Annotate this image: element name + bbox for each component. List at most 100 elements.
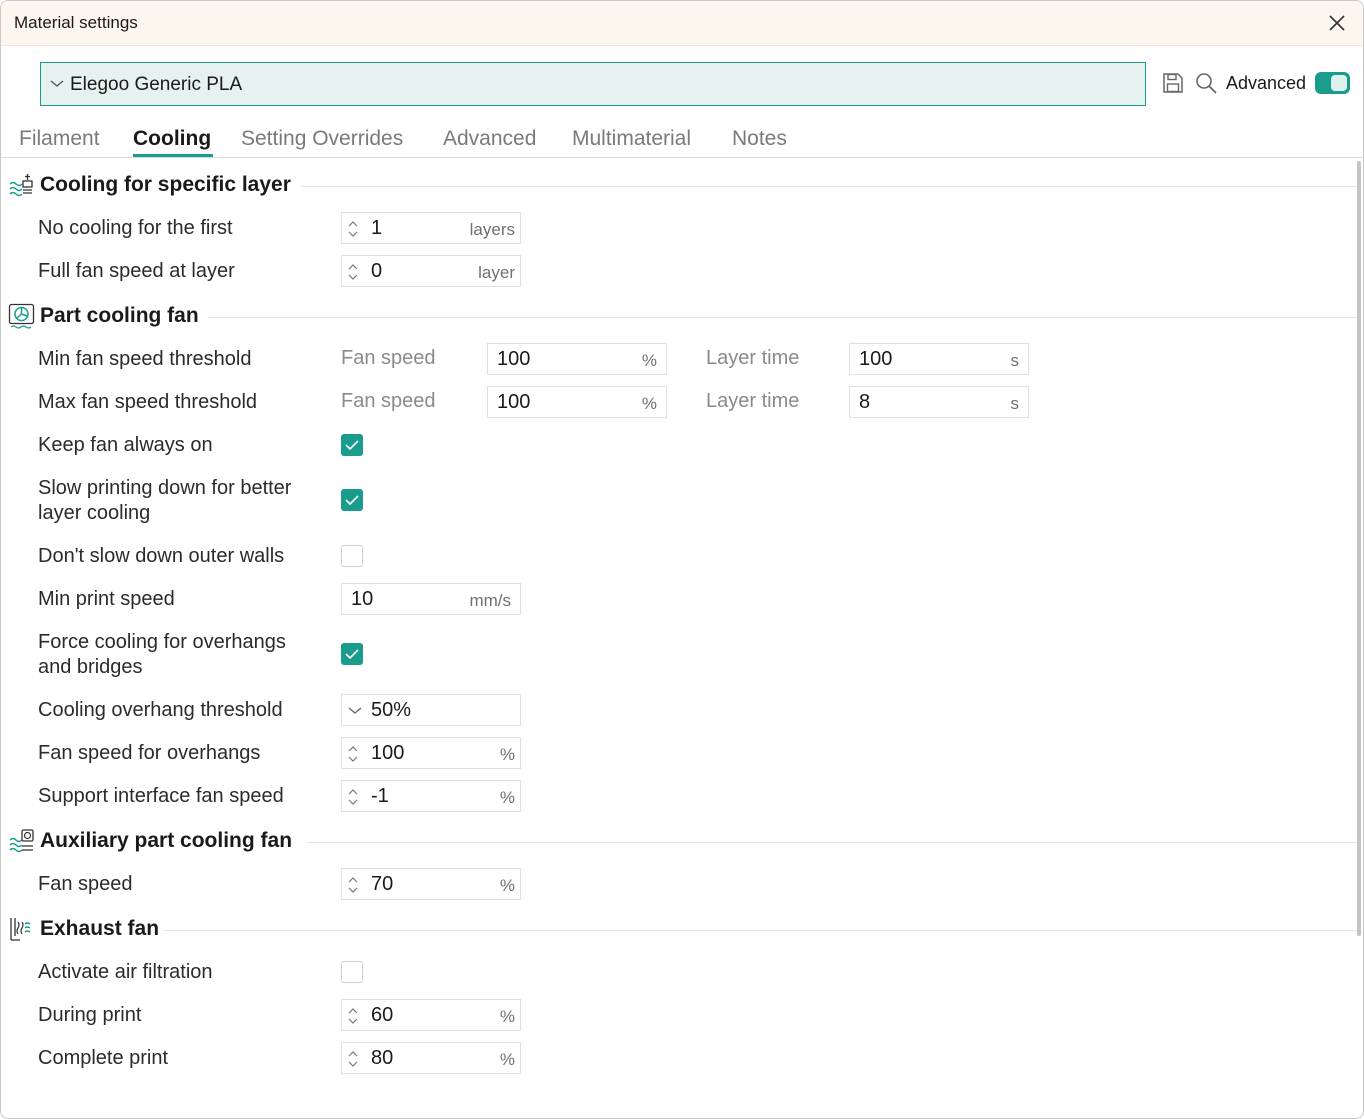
- spin-arrows-icon[interactable]: [345, 260, 361, 284]
- input-value: 100: [497, 391, 531, 413]
- min-fan-speed-input[interactable]: 100 %: [487, 343, 667, 375]
- spin-arrows-icon[interactable]: [345, 785, 361, 809]
- active-tab-indicator: [133, 154, 213, 157]
- overhang-fan-label: Fan speed for overhangs: [38, 742, 261, 764]
- slow-down-checkbox[interactable]: [341, 489, 363, 511]
- tab-filament[interactable]: Filament: [19, 127, 100, 151]
- activate-filtration-label: Activate air filtration: [38, 961, 213, 983]
- max-fan-speed-input[interactable]: 100 %: [487, 386, 667, 418]
- window-title: Material settings: [14, 13, 138, 32]
- activate-filtration-checkbox[interactable]: [341, 961, 363, 983]
- input-value: 1: [371, 217, 383, 239]
- keep-fan-label: Keep fan always on: [38, 434, 213, 456]
- input-unit: layers: [469, 220, 515, 239]
- full-fan-input[interactable]: 0 layer: [341, 255, 521, 287]
- exhaust-fan-icon: [10, 918, 31, 941]
- min-layer-time-input[interactable]: 100 s: [849, 343, 1029, 375]
- chevron-down-icon: [348, 707, 362, 714]
- no-cooling-label: No cooling for the first: [38, 217, 233, 239]
- tab-bar: Filament Cooling Setting Overrides Advan…: [1, 121, 1363, 158]
- close-button[interactable]: [1327, 13, 1347, 33]
- overhang-fan-input[interactable]: 100 %: [341, 737, 521, 769]
- input-unit: s: [1010, 394, 1020, 413]
- min-layer-time-label: Layer time: [706, 347, 800, 369]
- slow-down-label-line2: layer cooling: [38, 502, 151, 524]
- check-icon: [345, 440, 359, 451]
- section-title-part-fan: Part cooling fan: [40, 304, 199, 327]
- input-value: 10: [351, 588, 374, 610]
- tab-advanced[interactable]: Advanced: [443, 127, 536, 151]
- spin-arrows-icon[interactable]: [345, 742, 361, 766]
- input-value: 80: [371, 1047, 394, 1069]
- vertical-scrollbar[interactable]: [1357, 161, 1361, 936]
- dropdown-value: 50%: [371, 699, 412, 721]
- section-divider: [208, 317, 1357, 318]
- aux-fan-icon: [9, 829, 34, 853]
- chevron-down-icon: [50, 80, 64, 87]
- full-fan-label: Full fan speed at layer: [38, 260, 235, 282]
- save-icon[interactable]: [1161, 71, 1185, 95]
- close-icon: [1329, 15, 1345, 31]
- tab-setting-overrides[interactable]: Setting Overrides: [241, 127, 403, 151]
- keep-fan-checkbox[interactable]: [341, 434, 363, 456]
- complete-print-label: Complete print: [38, 1047, 169, 1069]
- input-value: 0: [371, 260, 383, 282]
- tab-notes[interactable]: Notes: [732, 127, 787, 151]
- input-value: 8: [859, 391, 871, 413]
- section-title-aux-fan: Auxiliary part cooling fan: [40, 829, 293, 852]
- preset-dropdown[interactable]: Elegoo Generic PLA: [40, 62, 1146, 106]
- min-print-speed-input[interactable]: 10 mm/s: [341, 583, 521, 615]
- layer-cooling-icon: [9, 174, 33, 197]
- dont-slow-checkbox[interactable]: [341, 545, 363, 567]
- input-unit: %: [499, 788, 515, 807]
- complete-print-input[interactable]: 80 %: [341, 1042, 521, 1074]
- dont-slow-label: Don't slow down outer walls: [38, 545, 285, 567]
- section-title-specific-layer: Cooling for specific layer: [40, 173, 291, 196]
- input-value: 100: [371, 742, 405, 764]
- input-value: 100: [859, 348, 893, 370]
- force-cooling-label-line2: and bridges: [38, 656, 143, 678]
- spin-arrows-icon[interactable]: [345, 1004, 361, 1028]
- section-divider: [164, 930, 1357, 931]
- title-bar: Material settings: [1, 1, 1363, 46]
- spin-arrows-icon[interactable]: [345, 217, 361, 241]
- spin-arrows-icon[interactable]: [345, 1047, 361, 1071]
- min-fan-speed-label: Fan speed: [341, 347, 436, 369]
- during-print-input[interactable]: 60 %: [341, 999, 521, 1031]
- input-unit: %: [641, 351, 657, 370]
- support-fan-input[interactable]: -1 %: [341, 780, 521, 812]
- support-fan-label: Support interface fan speed: [38, 785, 284, 807]
- input-value: 60: [371, 1004, 394, 1026]
- input-unit: %: [499, 876, 515, 895]
- input-unit: %: [499, 1050, 515, 1069]
- toggle-knob: [1331, 75, 1347, 91]
- during-print-label: During print: [38, 1004, 142, 1026]
- spin-arrows-icon[interactable]: [345, 873, 361, 897]
- input-unit: layer: [478, 263, 515, 282]
- input-value: -1: [371, 785, 389, 807]
- advanced-label: Advanced: [1226, 73, 1307, 93]
- check-icon: [345, 495, 359, 506]
- input-unit: %: [499, 745, 515, 764]
- max-fan-speed-label: Fan speed: [341, 390, 436, 412]
- section-divider: [301, 186, 1357, 187]
- advanced-toggle[interactable]: [1315, 72, 1350, 94]
- min-threshold-label: Min fan speed threshold: [38, 348, 252, 370]
- force-cooling-checkbox[interactable]: [341, 643, 363, 665]
- slow-down-label-line1: Slow printing down for better: [38, 477, 292, 499]
- max-threshold-label: Max fan speed threshold: [38, 391, 258, 413]
- min-print-speed-label: Min print speed: [38, 588, 175, 610]
- section-title-exhaust: Exhaust fan: [40, 917, 160, 940]
- input-unit: %: [499, 1007, 515, 1026]
- max-layer-time-input[interactable]: 8 s: [849, 386, 1029, 418]
- section-divider: [307, 842, 1357, 843]
- aux-fan-speed-input[interactable]: 70 %: [341, 868, 521, 900]
- check-icon: [345, 649, 359, 660]
- overhang-threshold-dropdown[interactable]: 50%: [341, 694, 521, 726]
- search-icon[interactable]: [1194, 71, 1218, 95]
- no-cooling-input[interactable]: 1 layers: [341, 212, 521, 244]
- tab-cooling[interactable]: Cooling: [133, 127, 211, 151]
- tab-multimaterial[interactable]: Multimaterial: [572, 127, 691, 151]
- input-unit: s: [1010, 351, 1020, 370]
- max-layer-time-label: Layer time: [706, 390, 800, 412]
